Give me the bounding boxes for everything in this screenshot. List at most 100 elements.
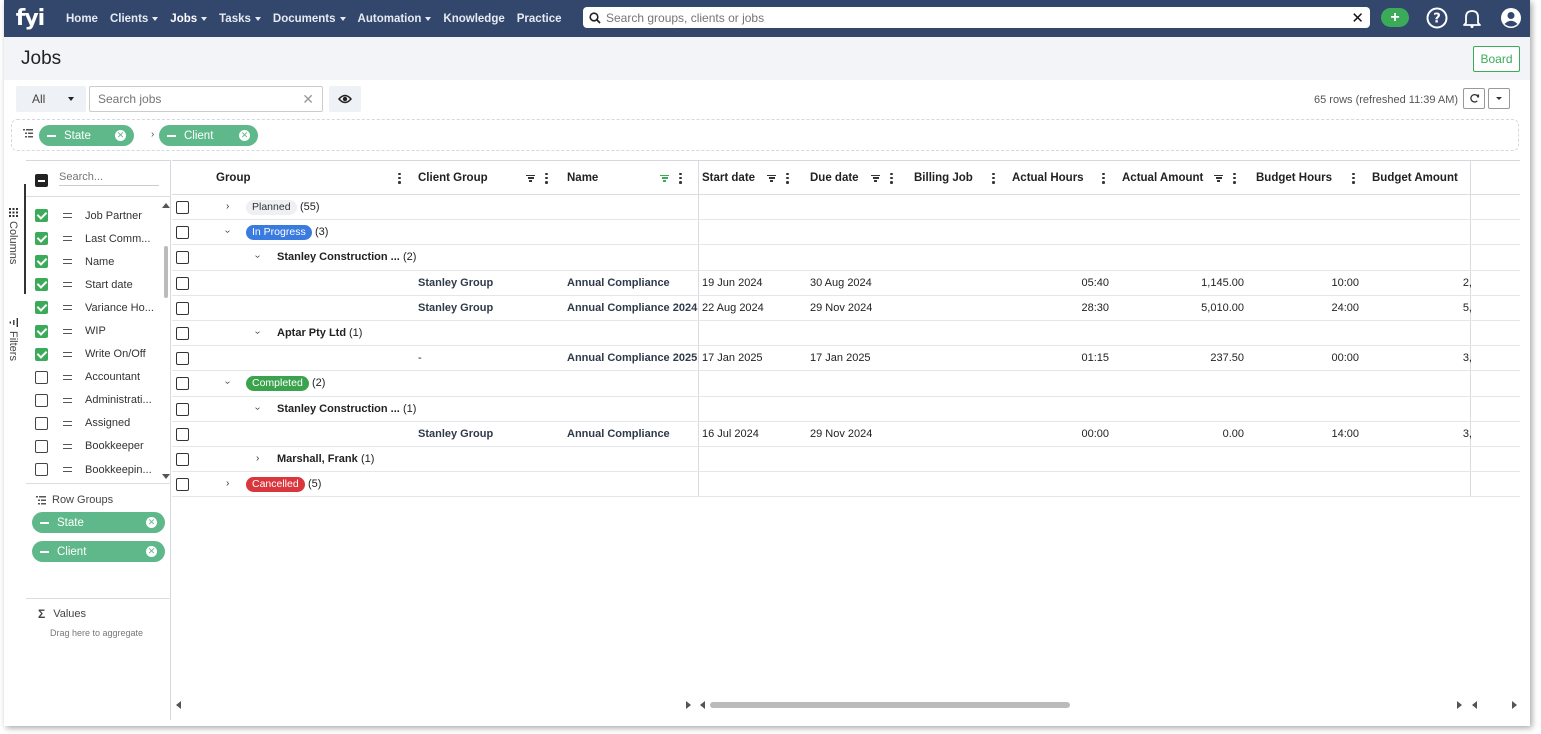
drag-handle-icon[interactable] xyxy=(63,328,72,334)
user-account-icon[interactable] xyxy=(1499,6,1523,30)
column-checkbox[interactable] xyxy=(35,324,48,338)
state-group-row[interactable]: › Planned (55) xyxy=(172,195,1520,221)
column-toggle-item[interactable]: Last Comm... xyxy=(26,227,171,250)
column-header-due-date[interactable]: Due date xyxy=(810,161,859,195)
drag-handle-icon[interactable] xyxy=(63,374,72,380)
clear-jobs-search-icon[interactable]: ✕ xyxy=(302,91,314,108)
client-group-row[interactable]: › Stanley Construction ... (1) xyxy=(172,397,1520,422)
board-view-button[interactable]: Board xyxy=(1473,46,1520,72)
row-group-bar[interactable]: State ✕ › Client ✕ xyxy=(11,119,1519,151)
scroll-down-icon[interactable] xyxy=(162,474,170,479)
column-checkbox[interactable] xyxy=(35,278,48,292)
job-row[interactable]: Stanley Group Annual Compliance 19 Jun 202… xyxy=(172,271,1520,296)
column-toggle-item[interactable]: Administrati... xyxy=(26,389,171,412)
fyi-logo[interactable]: fyi xyxy=(4,0,56,37)
row-checkbox[interactable] xyxy=(176,453,189,466)
column-menu-icon[interactable] xyxy=(679,172,682,184)
nav-item-knowledge[interactable]: Knowledge xyxy=(437,0,510,37)
row-checkbox[interactable] xyxy=(176,377,189,391)
select-all-checkbox[interactable] xyxy=(35,174,48,187)
nav-item-home[interactable]: Home xyxy=(60,0,104,37)
columns-search-input[interactable] xyxy=(59,171,159,186)
remove-icon[interactable]: ✕ xyxy=(239,130,250,141)
nav-item-clients[interactable]: Clients xyxy=(104,0,164,37)
job-filter-select[interactable]: All xyxy=(16,86,86,112)
column-checkbox[interactable] xyxy=(35,439,48,453)
chevron-down-icon[interactable]: › xyxy=(222,381,233,384)
row-checkbox[interactable] xyxy=(176,478,189,492)
state-group-row[interactable]: › Cancelled (5) xyxy=(172,472,1520,498)
notifications-bell-icon[interactable] xyxy=(1460,6,1484,30)
refresh-button[interactable] xyxy=(1463,88,1485,109)
column-toggle-item[interactable]: Variance Ho... xyxy=(26,296,171,319)
column-checkbox[interactable] xyxy=(35,416,48,430)
values-section[interactable]: Σ Values Drag here to aggregate xyxy=(26,598,171,658)
column-menu-icon[interactable] xyxy=(545,172,548,184)
row-checkbox[interactable] xyxy=(176,251,189,265)
row-group-pill-state[interactable]: State ✕ xyxy=(32,512,165,533)
column-header-client-group[interactable]: Client Group xyxy=(418,161,488,195)
chevron-right-icon[interactable]: › xyxy=(226,201,229,212)
scroll-right-icon[interactable] xyxy=(1457,701,1462,709)
help-icon[interactable]: ? xyxy=(1425,6,1449,30)
filter-icon[interactable] xyxy=(526,174,535,182)
remove-icon[interactable]: ✕ xyxy=(115,130,126,141)
drag-handle-icon[interactable] xyxy=(63,397,72,403)
nav-item-practice[interactable]: Practice xyxy=(511,0,568,37)
group-pill-state[interactable]: State ✕ xyxy=(39,125,134,146)
row-checkbox[interactable] xyxy=(176,301,189,315)
group-pill-client[interactable]: Client ✕ xyxy=(159,125,258,146)
scroll-left-icon[interactable] xyxy=(176,701,181,709)
column-checkbox[interactable] xyxy=(35,370,48,384)
drag-handle-icon[interactable] xyxy=(63,305,72,311)
scroll-right-icon[interactable] xyxy=(686,701,691,709)
filter-active-icon[interactable] xyxy=(660,174,669,182)
scroll-left-icon[interactable] xyxy=(1472,701,1477,709)
column-menu-icon[interactable] xyxy=(1102,172,1105,184)
job-row[interactable]: Stanley Group Annual Compliance 2024 22 Au… xyxy=(172,296,1520,321)
column-toggle-item[interactable]: Job Partner xyxy=(26,204,171,227)
column-menu-icon[interactable] xyxy=(786,172,789,184)
global-search[interactable]: ✕ xyxy=(583,7,1370,28)
column-checkbox[interactable] xyxy=(35,232,48,246)
row-checkbox[interactable] xyxy=(176,427,189,441)
filter-icon[interactable] xyxy=(1214,174,1223,182)
chevron-down-icon[interactable]: › xyxy=(222,230,233,233)
job-row[interactable]: - Annual Compliance 2025 17 Jan 2025 17 Jan… xyxy=(172,346,1520,372)
chevron-down-icon[interactable]: › xyxy=(252,331,263,334)
client-group-row[interactable]: › Marshall, Frank (1) xyxy=(172,447,1520,473)
chevron-down-icon[interactable]: › xyxy=(252,406,263,409)
row-checkbox[interactable] xyxy=(176,226,189,240)
remove-icon[interactable]: ✕ xyxy=(146,517,157,528)
row-group-pill-client[interactable]: Client ✕ xyxy=(32,541,165,562)
column-header-group[interactable]: Group xyxy=(216,161,251,195)
job-row[interactable]: Stanley Group Annual Compliance 16 Jul 202… xyxy=(172,422,1520,447)
column-header-start-date[interactable]: Start date xyxy=(702,161,755,195)
jobs-search[interactable]: ✕ xyxy=(89,86,323,112)
horizontal-scrollbar[interactable] xyxy=(172,698,1520,712)
client-group-row[interactable]: › Stanley Construction ... (2) xyxy=(172,245,1520,271)
chevron-right-icon[interactable]: › xyxy=(226,478,229,489)
drag-handle-icon[interactable] xyxy=(63,259,72,265)
chevron-right-icon[interactable]: › xyxy=(256,453,259,464)
nav-item-automation[interactable]: Automation xyxy=(352,0,438,37)
client-group-row[interactable]: › Aptar Pty Ltd (1) xyxy=(172,321,1520,347)
row-checkbox[interactable] xyxy=(176,327,189,340)
columns-scrollbar[interactable] xyxy=(162,201,171,481)
nav-item-tasks[interactable]: Tasks xyxy=(213,0,267,37)
column-checkbox[interactable] xyxy=(35,463,48,477)
row-checkbox[interactable] xyxy=(176,276,189,290)
column-toggle-item[interactable]: Start date xyxy=(26,273,171,296)
state-group-row[interactable]: › In Progress (3) xyxy=(172,220,1520,246)
tab-columns[interactable]: Columns xyxy=(7,208,19,264)
column-header-name[interactable]: Name xyxy=(567,161,598,195)
column-toggle-item[interactable]: Accountant xyxy=(26,366,171,389)
column-header-budget-amount[interactable]: Budget Amount xyxy=(1372,161,1458,195)
row-checkbox[interactable] xyxy=(176,352,189,366)
row-checkbox[interactable] xyxy=(176,201,189,214)
drag-handle-icon[interactable] xyxy=(63,420,72,426)
column-checkbox[interactable] xyxy=(35,347,48,361)
state-group-row[interactable]: › Completed (2) xyxy=(172,371,1520,397)
drag-handle-icon[interactable] xyxy=(63,443,72,449)
column-toggle-item[interactable]: Name xyxy=(26,250,171,273)
